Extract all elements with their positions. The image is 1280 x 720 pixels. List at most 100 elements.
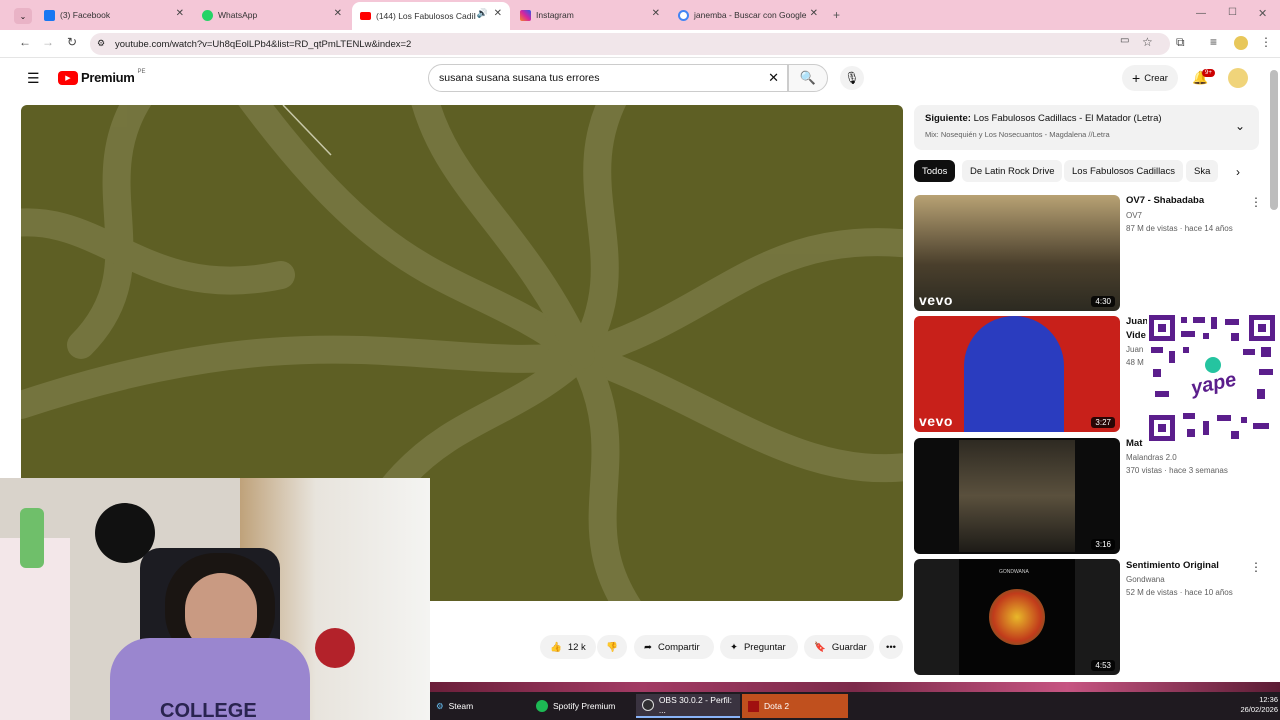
create-button[interactable]: + Crear xyxy=(1122,65,1178,91)
more-options-icon[interactable]: ⋮ xyxy=(1250,560,1262,574)
chevron-down-icon[interactable]: ⌄ xyxy=(1235,119,1245,133)
tab-google[interactable]: janemba - Buscar con Google ✕ xyxy=(670,4,826,26)
next-label: Siguiente: xyxy=(925,113,971,124)
next-subtitle: Mix: Nosequién y Los Nosecuantos - Magda… xyxy=(925,130,1110,139)
close-window-button[interactable]: ✕ xyxy=(1258,7,1267,20)
plus-icon: + xyxy=(1132,70,1141,86)
tab-youtube[interactable]: (144) Los Fabulosos Cadillac 🔊 ✕ xyxy=(352,2,510,30)
taskbar-label: Dota 2 xyxy=(764,701,790,711)
clock-date: 26/02/2026 xyxy=(1240,705,1278,714)
close-icon[interactable]: ✕ xyxy=(176,8,184,19)
taskbar-item-obs[interactable]: OBS 30.0.2 - Perfil: ... xyxy=(636,694,740,718)
media-control-icon[interactable]: ≡ xyxy=(1210,35,1217,49)
new-tab-button[interactable]: + xyxy=(833,8,840,22)
lion-emblem-icon xyxy=(989,589,1045,645)
forward-arrow-icon[interactable]: → xyxy=(42,35,54,49)
tab-label: (144) Los Fabulosos Cadillac xyxy=(376,11,476,21)
facebook-icon xyxy=(44,9,55,21)
address-bar[interactable]: ⚙ youtube.com/watch?v=Uh8qEolLPb4&list=R… xyxy=(90,33,1170,55)
browser-menu-icon[interactable]: ⋮ xyxy=(1260,35,1272,49)
minimize-button[interactable]: — xyxy=(1196,8,1206,19)
video-meta: 370 vistas · hace 3 semanas xyxy=(1126,466,1228,475)
chip-latin-rock[interactable]: De Latin Rock Drive xyxy=(962,160,1063,182)
close-icon[interactable]: ✕ xyxy=(652,8,660,19)
share-button[interactable]: ➦ Compartir xyxy=(634,635,714,659)
voice-search-button[interactable]: 🎙 xyxy=(840,66,864,90)
extensions-icon[interactable]: ⧉ xyxy=(1176,35,1185,50)
duration-badge: 4:30 xyxy=(1091,296,1115,307)
like-button[interactable]: 👍 12 k xyxy=(540,635,596,659)
thumbs-down-icon: 👎 xyxy=(606,641,618,653)
tab-facebook[interactable]: (3) Facebook ✕ xyxy=(36,4,192,26)
desktop-background-strip xyxy=(430,682,1280,692)
duration-badge: 3:16 xyxy=(1091,539,1115,550)
tab-instagram[interactable]: Instagram ✕ xyxy=(512,4,668,26)
microphone-icon: 🎙 xyxy=(844,71,860,85)
taskbar-label: OBS 30.0.2 - Perfil: ... xyxy=(658,695,733,715)
tab-whatsapp[interactable]: WhatsApp ✕ xyxy=(194,4,350,26)
qr-code-overlay: yape xyxy=(1147,313,1277,443)
video-title[interactable]: OV7 - Shabadaba xyxy=(1126,195,1246,206)
site-info-icon[interactable]: ⚙ xyxy=(97,38,105,49)
video-thumbnail[interactable]: GONDWANA 4:53 xyxy=(914,559,1120,675)
album-cover: GONDWANA xyxy=(959,559,1075,675)
create-label: Crear xyxy=(1144,72,1168,84)
video-thumbnail[interactable]: 3:16 xyxy=(914,438,1120,554)
obs-icon xyxy=(642,699,654,711)
chevron-right-icon[interactable]: › xyxy=(1236,165,1240,179)
youtube-logo[interactable]: ▶ Premium PE xyxy=(58,69,146,85)
channel-name[interactable]: OV7 xyxy=(1126,211,1142,220)
close-icon[interactable]: ✕ xyxy=(810,8,818,19)
save-button[interactable]: 🔖 Guardar xyxy=(804,635,874,659)
clear-search-icon[interactable]: ✕ xyxy=(768,70,779,86)
profile-avatar[interactable] xyxy=(1234,36,1248,50)
tab-search-button[interactable]: ⌄ xyxy=(14,8,32,24)
thumbnail-figure xyxy=(964,316,1064,432)
steam-icon: ⚙ xyxy=(436,700,444,711)
video-meta: 87 M de vistas · hace 14 años xyxy=(1126,224,1233,233)
search-input[interactable]: susana susana susana tus errores ✕ xyxy=(428,64,788,92)
cast-icon[interactable]: ▭ xyxy=(1120,35,1129,46)
like-count: 12 k xyxy=(567,641,586,653)
close-icon[interactable]: ✕ xyxy=(334,8,342,19)
hamburger-menu-icon[interactable]: ☰ xyxy=(27,70,40,87)
search-button[interactable]: 🔍 xyxy=(788,64,828,92)
webcam-person-shirt: COLLEGE xyxy=(110,638,310,720)
video-thumbnail[interactable]: vevo 3:27 xyxy=(914,316,1120,432)
taskbar-item-dota[interactable]: Dota 2 xyxy=(742,694,848,718)
save-label: Guardar xyxy=(831,641,867,653)
more-options-icon[interactable]: ⋮ xyxy=(1250,195,1262,209)
more-actions-button[interactable]: ••• xyxy=(879,635,903,659)
logo-text: Premium xyxy=(81,70,135,85)
page-scrollbar[interactable] xyxy=(1270,70,1278,210)
chip-ska[interactable]: Ska xyxy=(1186,160,1219,182)
reload-icon[interactable]: ↻ xyxy=(67,35,77,49)
channel-name[interactable]: Juan xyxy=(1126,345,1143,354)
google-icon xyxy=(678,9,689,21)
dislike-button[interactable]: 👎 xyxy=(597,635,627,659)
taskbar-item-spotify[interactable]: Spotify Premium xyxy=(530,694,630,718)
back-arrow-icon[interactable]: ← xyxy=(19,35,31,49)
webcam-roses xyxy=(315,628,355,668)
channel-name[interactable]: Gondwana xyxy=(1126,575,1165,584)
maximize-button[interactable]: ☐ xyxy=(1228,7,1237,18)
channel-name[interactable]: Malandras 2.0 xyxy=(1126,453,1177,462)
close-icon[interactable]: ✕ xyxy=(494,8,502,19)
avatar[interactable] xyxy=(1228,68,1248,88)
ask-button[interactable]: ✦ Preguntar xyxy=(720,635,798,659)
taskbar-clock[interactable]: 12:36 26/02/2026 xyxy=(1236,695,1278,715)
taskbar-label: Steam xyxy=(448,701,474,711)
url-text: youtube.com/watch?v=Uh8qEolLPb4&list=RD_… xyxy=(115,38,412,50)
taskbar-item-steam[interactable]: ⚙ Steam xyxy=(430,694,530,718)
chip-all[interactable]: Todos xyxy=(914,160,956,182)
video-thumbnail[interactable]: vevo 4:30 xyxy=(914,195,1120,311)
bookmark-star-icon[interactable]: ☆ xyxy=(1142,35,1153,49)
bookmark-icon: 🔖 xyxy=(814,641,826,653)
chip-fabulosos[interactable]: Los Fabulosos Cadillacs xyxy=(1064,160,1183,182)
youtube-play-icon: ▶ xyxy=(58,70,78,85)
up-next-panel[interactable]: Siguiente: Los Fabulosos Cadillacs - El … xyxy=(914,105,1259,150)
dota-icon xyxy=(748,700,759,712)
taskbar-label: Spotify Premium xyxy=(553,701,616,711)
video-title[interactable]: Sentimiento Original xyxy=(1126,560,1246,571)
speaker-icon[interactable]: 🔊 xyxy=(477,8,488,19)
